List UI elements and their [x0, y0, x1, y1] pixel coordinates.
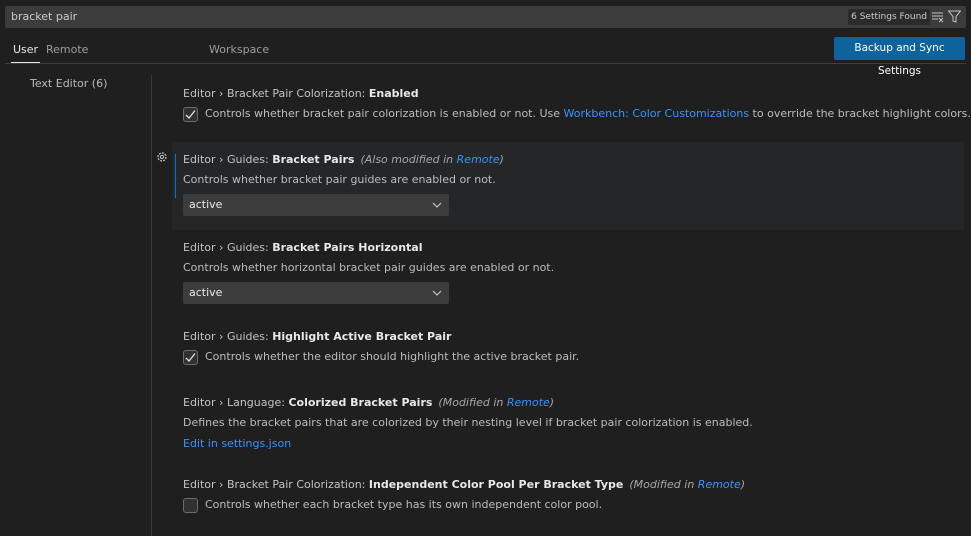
setting-description: Controls whether bracket pair colorizati…	[205, 106, 971, 122]
gear-icon[interactable]	[156, 151, 168, 163]
modified-indicator: (Modified in Remote)	[438, 396, 554, 409]
setting-category: Editor › Bracket Pair Colorization:	[183, 478, 369, 491]
remote-link[interactable]: Remote	[698, 478, 741, 491]
modified-text: (Also modified in	[360, 153, 457, 166]
chevron-down-icon	[432, 290, 442, 296]
remote-link[interactable]: Remote	[457, 153, 500, 166]
clear-filter-icon[interactable]	[932, 11, 944, 23]
setting-title: Editor › Guides: Highlight Active Bracke…	[183, 329, 964, 345]
modified-text: )	[499, 153, 504, 166]
enabled-checkbox[interactable]	[183, 106, 198, 122]
select-value: active	[189, 198, 223, 211]
setting-name: Bracket Pairs	[272, 153, 355, 166]
setting-title: Editor › Bracket Pair Colorization: Enab…	[183, 86, 964, 102]
setting-name: Enabled	[368, 87, 419, 100]
workbench-color-customizations-link[interactable]: Workbench: Color Customizations	[564, 107, 750, 120]
setting-description: Controls whether horizontal bracket pair…	[183, 261, 555, 274]
settings-search-bar: 6 Settings Found	[5, 6, 966, 28]
settings-search-input[interactable]	[11, 6, 811, 28]
setting-bracket-pair-colorization-enabled: Editor › Bracket Pair Colorization: Enab…	[172, 86, 971, 122]
setting-title: Editor › Language: Colorized Bracket Pai…	[183, 395, 964, 411]
description-text: Controls whether bracket pair colorizati…	[205, 107, 564, 120]
modified-text: )	[549, 396, 555, 409]
focus-indicator	[175, 154, 176, 198]
modified-text: (Modified in	[438, 396, 507, 409]
select-value: active	[189, 286, 223, 299]
setting-guides-bracket-pairs-horizontal: Editor › Guides: Bracket Pairs Horizonta…	[172, 240, 964, 304]
setting-language-colorized-bracket-pairs: Editor › Language: Colorized Bracket Pai…	[172, 395, 964, 450]
edit-in-settings-json-link[interactable]: Edit in settings.json	[183, 437, 291, 450]
filter-icon[interactable]	[948, 10, 961, 23]
setting-title: Editor › Guides: Bracket Pairs (Also modi…	[183, 152, 964, 168]
setting-description: Defines the bracket pairs that are color…	[183, 416, 753, 429]
setting-name: Highlight Active Bracket Pair	[272, 330, 452, 343]
setting-category: Editor › Bracket Pair Colorization:	[183, 87, 369, 100]
modified-text: )	[740, 478, 746, 491]
toc-item-text-editor[interactable]: Text Editor (6)	[30, 77, 107, 90]
setting-name: Bracket Pairs Horizontal	[272, 241, 423, 254]
tab-user[interactable]: User	[11, 36, 41, 63]
setting-guides-highlight-active-bracket-pair: Editor › Guides: Highlight Active Bracke…	[172, 329, 964, 365]
setting-name: Colorized Bracket Pairs	[288, 396, 433, 409]
setting-description: Controls whether the editor should highl…	[205, 350, 580, 363]
modified-indicator: (Modified in Remote)	[629, 478, 745, 491]
bracket-pairs-horizontal-select[interactable]: active	[183, 282, 449, 304]
setting-category: Editor › Language:	[183, 396, 289, 409]
modified-indicator: (Also modified in Remote)	[360, 153, 503, 166]
setting-description: Controls whether each bracket type has i…	[205, 498, 603, 511]
results-count-badge: 6 Settings Found	[848, 9, 930, 25]
tab-remote[interactable]: Remote	[46, 36, 88, 63]
toc-divider	[151, 75, 152, 536]
setting-title: Editor › Bracket Pair Colorization: Inde…	[183, 477, 964, 493]
setting-guides-bracket-pairs: Editor › Guides: Bracket Pairs (Also modi…	[172, 142, 964, 230]
tab-workspace[interactable]: Workspace	[209, 36, 269, 63]
setting-category: Editor › Guides:	[183, 330, 273, 343]
setting-category: Editor › Guides:	[183, 241, 273, 254]
setting-title: Editor › Guides: Bracket Pairs Horizonta…	[183, 240, 964, 256]
setting-description: Controls whether bracket pair guides are…	[183, 173, 496, 186]
modified-text: (Modified in	[629, 478, 698, 491]
settings-scope-tabs: User Remote Workspace	[5, 36, 966, 64]
setting-independent-color-pool-per-bracket-type: Editor › Bracket Pair Colorization: Inde…	[172, 477, 964, 513]
bracket-pairs-select[interactable]: active	[183, 194, 449, 216]
chevron-down-icon	[432, 202, 442, 208]
highlight-active-bracket-pair-checkbox[interactable]	[183, 349, 198, 365]
description-text: to override the bracket highlight colors…	[749, 107, 971, 120]
backup-sync-settings-button[interactable]: Backup and Sync Settings	[834, 37, 965, 77]
checkmark-icon	[185, 352, 196, 362]
checkmark-icon	[185, 109, 196, 119]
remote-link[interactable]: Remote	[507, 396, 550, 409]
setting-category: Editor › Guides:	[183, 153, 273, 166]
setting-name: Independent Color Pool Per Bracket Type	[368, 478, 624, 491]
independent-color-pool-checkbox[interactable]	[183, 497, 198, 513]
